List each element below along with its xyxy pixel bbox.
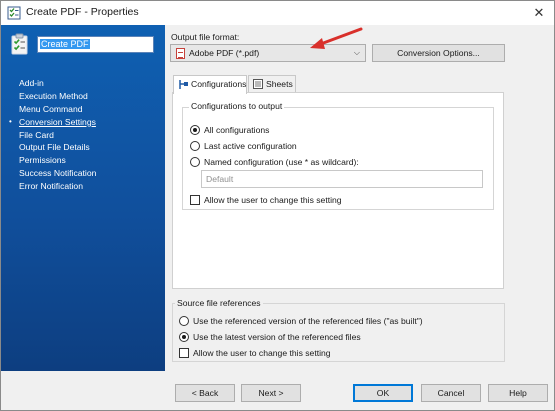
output-format-value: Adobe PDF (*.pdf)	[189, 48, 260, 58]
checklist-icon	[11, 33, 28, 55]
task-name-value: Create PDF	[40, 39, 90, 49]
source-references-group: Source file references Use the reference…	[172, 298, 505, 362]
sidebar-item-add-in[interactable]: Add-in	[1, 77, 165, 90]
radio-label: Use the referenced version of the refere…	[193, 316, 423, 326]
tab-configurations[interactable]: Configurations	[173, 75, 247, 94]
close-button[interactable]: ✕	[528, 3, 550, 23]
sidebar-item-label: Conversion Settings	[19, 116, 96, 127]
radio-button[interactable]	[190, 141, 200, 151]
sidebar-item-success-notification[interactable]: Success Notification	[1, 167, 165, 180]
configurations-group: Configurations to output All configurati…	[182, 101, 494, 210]
checkbox-label: Allow the user to change this setting	[204, 195, 342, 205]
named-configuration-input[interactable]: Default	[201, 170, 483, 188]
properties-dialog: Create PDF - Properties ✕ Create PDF Add…	[0, 0, 555, 411]
sidebar-item-menu-command[interactable]: Menu Command	[1, 103, 165, 116]
configurations-panel: Configurations to output All configurati…	[172, 92, 504, 289]
output-format-label: Output file format:	[171, 32, 240, 42]
task-name-input[interactable]: Create PDF	[37, 36, 154, 53]
checkbox[interactable]	[190, 195, 200, 205]
radio-button[interactable]	[190, 157, 200, 167]
sidebar-item-execution-method[interactable]: Execution Method	[1, 90, 165, 103]
tab-sheets-label: Sheets	[266, 79, 293, 89]
sidebar-item-conversion-settings[interactable]: • Conversion Settings	[1, 116, 165, 129]
active-bullet-icon: •	[9, 116, 12, 126]
checkbox[interactable]	[179, 348, 189, 358]
cancel-button[interactable]: Cancel	[421, 384, 481, 402]
pdf-file-icon	[176, 48, 185, 59]
window-title: Create PDF - Properties	[26, 6, 139, 18]
source-references-title: Source file references	[175, 298, 263, 308]
title-bar: Create PDF - Properties ✕	[1, 1, 554, 25]
annotation-arrow-icon	[310, 27, 363, 49]
tab-configurations-label: Configurations	[191, 79, 247, 89]
radio-button[interactable]	[179, 316, 189, 326]
configuration-tree-icon	[179, 80, 188, 89]
ok-button[interactable]: OK	[353, 384, 413, 402]
tab-sheets[interactable]: Sheets	[248, 75, 296, 93]
sidebar-item-permissions[interactable]: Permissions	[1, 154, 165, 167]
back-button[interactable]: < Back	[175, 384, 235, 402]
radio-label: Named configuration (use * as wildcard):	[204, 157, 359, 167]
sidebar: Create PDF Add-in Execution Method Menu …	[1, 25, 165, 371]
radio-label: Use the latest version of the referenced…	[193, 332, 361, 342]
radio-label: All configurations	[204, 125, 270, 135]
help-button[interactable]: Help	[488, 384, 548, 402]
sidebar-item-error-notification[interactable]: Error Notification	[1, 180, 165, 193]
configurations-group-title: Configurations to output	[189, 101, 285, 111]
sidebar-item-file-card[interactable]: File Card	[1, 129, 165, 142]
sidebar-item-output-file-details[interactable]: Output File Details	[1, 141, 165, 154]
checkbox-label: Allow the user to change this setting	[193, 348, 331, 358]
sidebar-nav: Add-in Execution Method Menu Command • C…	[1, 77, 165, 193]
next-button[interactable]: Next >	[241, 384, 301, 402]
radio-button[interactable]	[190, 125, 200, 135]
conversion-options-button[interactable]: Conversion Options...	[372, 44, 505, 62]
task-checklist-icon	[7, 6, 21, 20]
radio-label: Last active configuration	[204, 141, 297, 151]
radio-button[interactable]	[179, 332, 189, 342]
sheet-icon	[253, 79, 263, 89]
